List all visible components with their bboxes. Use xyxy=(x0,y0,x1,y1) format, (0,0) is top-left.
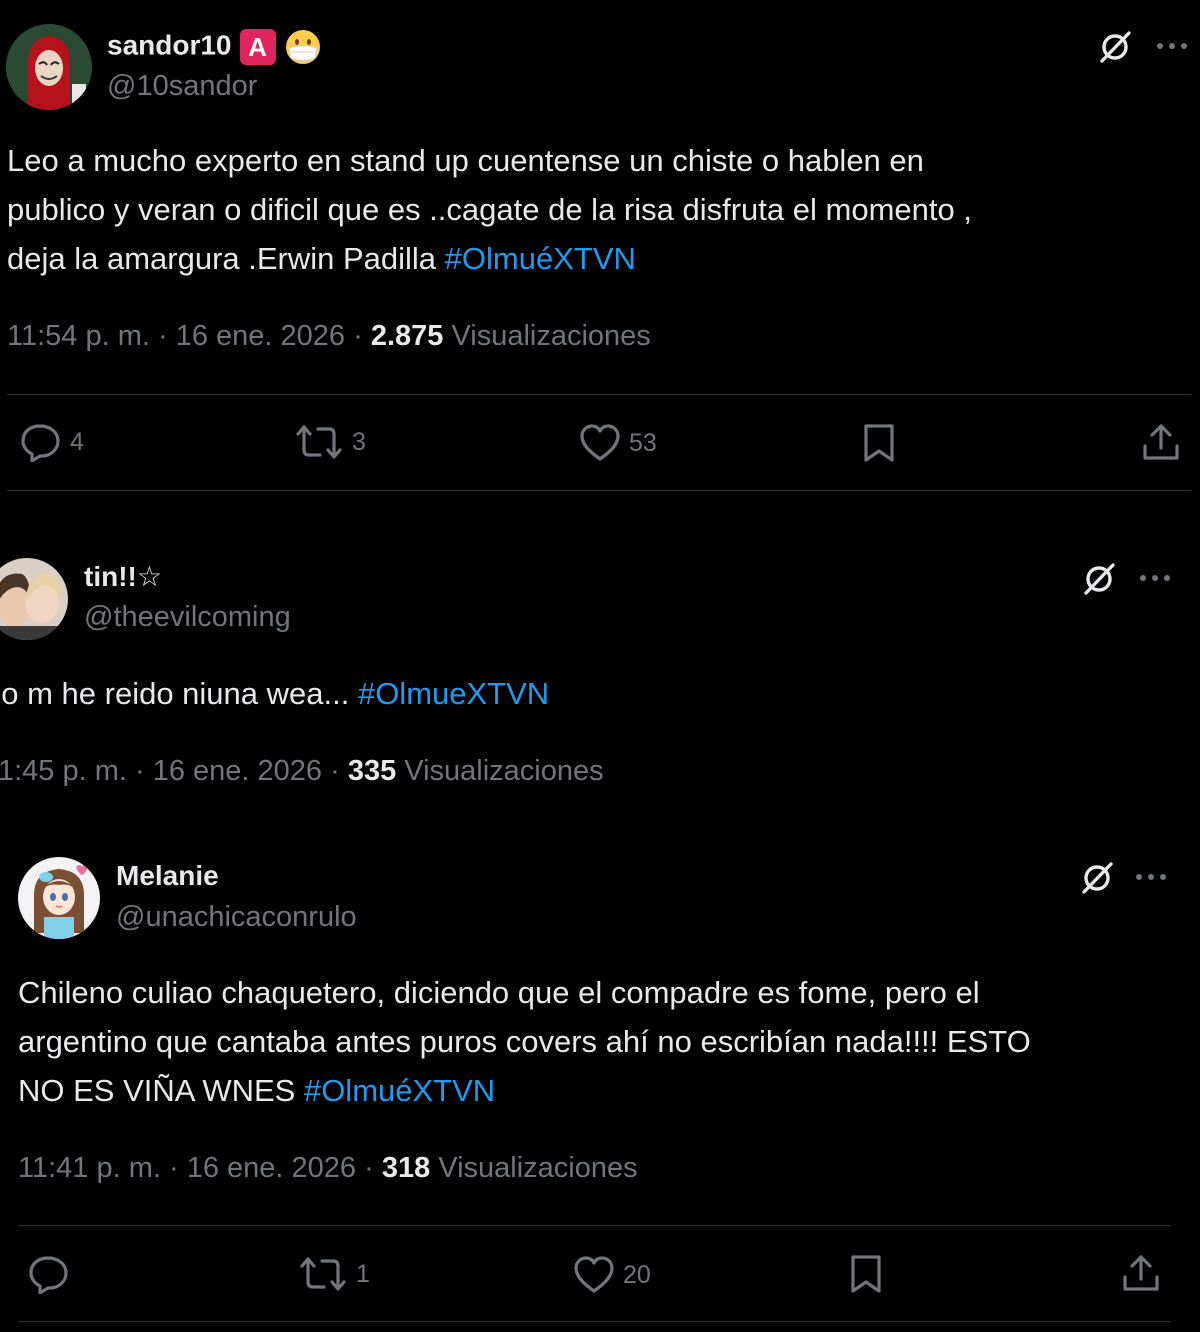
reply-icon xyxy=(21,424,60,462)
tweet-unachicaconrulo: Melanie @unachicaconrulo Chileno culiao … xyxy=(0,840,1200,1332)
like-button[interactable]: 53 xyxy=(579,424,657,462)
reply-button[interactable] xyxy=(28,1254,78,1294)
repost-count: 1 xyxy=(356,1259,370,1288)
like-count: 20 xyxy=(623,1260,651,1289)
bookmark-button[interactable] xyxy=(849,1253,883,1300)
tweet-sandor10: sandor10 A @10sandor Leo a mucho experto … xyxy=(0,0,1200,495)
avatar[interactable] xyxy=(18,857,100,939)
tweet-text-line: NO ES VIÑA WNES #OlmuéXTVN xyxy=(18,1073,496,1108)
bookmark-button[interactable] xyxy=(862,422,896,469)
timestamp[interactable]: 11:54 p. m. · 16 ene. 2026 · xyxy=(7,320,371,352)
view-count: 335 xyxy=(347,755,397,787)
grok-icon[interactable] xyxy=(1078,859,1116,902)
tweet-text-line: deja la amargura .Erwin Padilla #OlmuéXT… xyxy=(7,241,636,276)
display-name[interactable]: sandor10 A xyxy=(107,28,322,66)
hashtag-link[interactable]: #OlmuéXTVN xyxy=(445,241,636,276)
share-button[interactable] xyxy=(1121,1253,1161,1298)
user-handle[interactable]: @theevilcoming xyxy=(84,601,291,634)
repost-count: 3 xyxy=(352,427,366,456)
tweet-text-line: argentino que cantaba antes puros covers… xyxy=(18,1024,1031,1059)
views-label: Visualizaciones xyxy=(430,1152,638,1184)
bookmark-icon xyxy=(851,1255,881,1293)
tweet-text-line: no m he reido niuna wea... #OlmueXTVN xyxy=(0,676,550,711)
repost-icon xyxy=(296,425,342,459)
user-handle[interactable]: @unachicaconrulo xyxy=(116,901,357,934)
tweet-text: no m he reido niuna wea... #OlmueXTVN xyxy=(0,669,549,718)
tweet-text: Leo a mucho experto en stand up cuentens… xyxy=(7,136,972,283)
tweet-text: Chileno culiao chaquetero, diciendo que … xyxy=(18,968,1031,1115)
tweet-text-line: Leo a mucho experto en stand up cuentens… xyxy=(7,143,924,178)
user-handle[interactable]: @10sandor xyxy=(107,70,257,103)
views-label: Visualizaciones xyxy=(396,755,604,787)
divider xyxy=(18,1321,1171,1322)
tweet-text-line: Chileno culiao chaquetero, diciendo que … xyxy=(18,975,980,1010)
bookmark-icon xyxy=(864,424,894,462)
like-count: 53 xyxy=(629,428,657,457)
hashtag-link[interactable]: #OlmueXTVN xyxy=(358,676,549,711)
mask-emoji-icon xyxy=(284,28,322,66)
share-icon xyxy=(1123,1255,1159,1291)
repost-button[interactable]: 3 xyxy=(294,424,366,460)
share-button[interactable] xyxy=(1141,422,1181,467)
like-button[interactable]: 20 xyxy=(573,1256,651,1294)
divider xyxy=(18,1225,1171,1226)
heart-icon xyxy=(580,424,620,461)
label-badge: A xyxy=(239,29,276,65)
tweet-meta: 11:41 p. m. · 16 ene. 2026 · 318 Visuali… xyxy=(18,1152,638,1185)
heart-icon xyxy=(574,1256,614,1293)
display-name[interactable]: tin!!☆ xyxy=(84,560,162,593)
timestamp[interactable]: 11:41 p. m. · 16 ene. 2026 · xyxy=(18,1152,382,1184)
tweet-theevilcoming: tin!!☆ @theevilcoming no m he reido niun… xyxy=(0,540,1200,820)
more-options-icon[interactable] xyxy=(1134,867,1168,892)
reply-button[interactable]: 4 xyxy=(20,422,84,462)
share-icon xyxy=(1143,424,1179,460)
tweet-text-line: publico y veran o dificil que es ..cagat… xyxy=(7,192,972,227)
tweet-meta: 11:54 p. m. · 16 ene. 2026 · 2.875 Visua… xyxy=(7,320,651,353)
views-label: Visualizaciones xyxy=(443,320,651,352)
avatar[interactable] xyxy=(0,558,68,640)
display-name[interactable]: Melanie xyxy=(116,860,219,892)
grok-icon[interactable] xyxy=(1080,560,1118,603)
reply-icon xyxy=(29,1256,68,1294)
repost-button[interactable]: 1 xyxy=(298,1256,370,1292)
more-options-icon[interactable] xyxy=(1155,36,1189,61)
grok-icon[interactable] xyxy=(1096,28,1134,71)
divider xyxy=(7,490,1191,491)
tweet-meta: 11:45 p. m. · 16 ene. 2026 · 335 Visuali… xyxy=(0,755,604,788)
more-options-icon[interactable] xyxy=(1138,568,1172,593)
repost-icon xyxy=(300,1257,346,1291)
avatar[interactable] xyxy=(6,24,92,110)
hashtag-link[interactable]: #OlmuéXTVN xyxy=(304,1073,495,1108)
divider xyxy=(7,394,1191,395)
reply-count: 4 xyxy=(70,427,84,456)
timestamp[interactable]: 11:45 p. m. · 16 ene. 2026 · xyxy=(0,755,348,787)
view-count: 2.875 xyxy=(370,320,444,352)
view-count: 318 xyxy=(381,1152,431,1184)
